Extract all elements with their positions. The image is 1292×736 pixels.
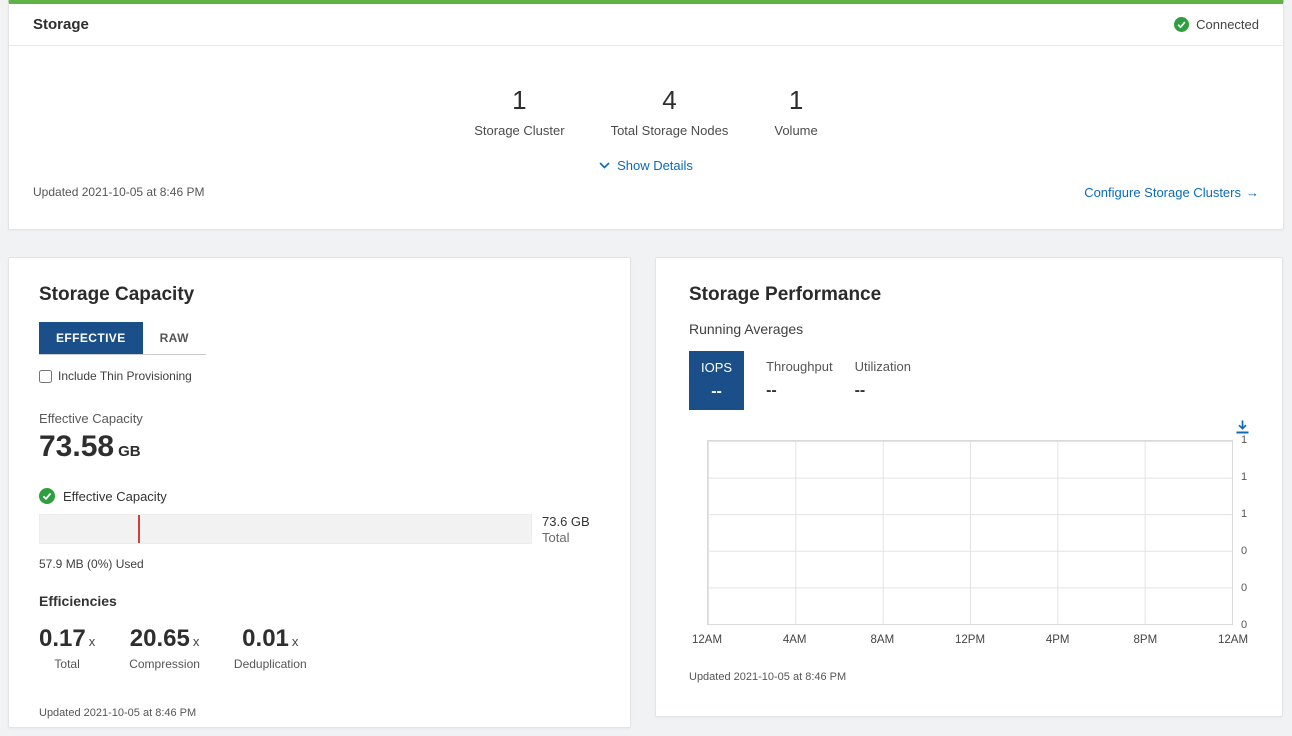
x-tick-label: 8AM — [871, 634, 895, 646]
capacity-bar-header: Effective Capacity — [39, 488, 600, 504]
tab-throughput-value: -- — [766, 382, 833, 400]
efficiency-label: Compression — [129, 657, 200, 671]
x-tick-label: 12AM — [1218, 634, 1248, 646]
performance-tab-strip: IOPS -- Throughput -- Utilization -- — [689, 351, 1249, 410]
capacity-total-label: Total — [542, 530, 600, 546]
download-icon[interactable] — [1236, 420, 1249, 434]
effective-capacity-label: Effective Capacity — [39, 411, 600, 426]
y-tick-label: 0 — [1241, 619, 1247, 631]
dashboard-page: Storage Connected 1 Storage Cluster 4 To… — [0, 0, 1292, 736]
tab-raw[interactable]: RAW — [143, 322, 206, 354]
capacity-tab-strip: EFFECTIVE RAW — [39, 322, 206, 355]
tab-throughput[interactable]: Throughput -- — [766, 351, 833, 410]
chevron-down-icon — [599, 162, 610, 169]
tab-iops-value: -- — [701, 383, 732, 401]
dashboard-cards-row: Storage Capacity EFFECTIVE RAW Include T… — [8, 257, 1284, 728]
arrow-right-icon: → — [1246, 185, 1259, 200]
chart-toolbar — [689, 420, 1249, 434]
efficiency-value-row: 20.65 x — [129, 625, 200, 653]
y-tick-label: 1 — [1241, 471, 1247, 483]
stat-value: 1 — [474, 86, 564, 115]
efficiencies-row: 0.17 x Total 20.65 x Compression 0.01 x — [39, 625, 600, 671]
connection-status: Connected — [1174, 17, 1259, 32]
storage-card-title: Storage — [33, 16, 89, 33]
connection-status-label: Connected — [1196, 17, 1259, 32]
efficiency-label: Total — [39, 657, 95, 671]
effective-capacity-value-row: 73.58 GB — [39, 430, 600, 464]
performance-updated-timestamp: Updated 2021-10-05 at 8:46 PM — [689, 671, 1249, 683]
y-tick-label: 1 — [1241, 434, 1247, 446]
stat-label: Volume — [774, 123, 817, 138]
efficiency-value: 0.17 — [39, 625, 86, 653]
performance-card-title: Storage Performance — [689, 284, 1249, 306]
configure-storage-clusters-link[interactable]: Configure Storage Clusters → — [1084, 185, 1259, 200]
efficiency-suffix: x — [292, 634, 299, 649]
tab-utilization[interactable]: Utilization -- — [855, 351, 911, 410]
efficiency-value: 0.01 — [242, 625, 289, 653]
y-tick-label: 0 — [1241, 582, 1247, 594]
stat-value: 1 — [774, 86, 817, 115]
configure-link-label: Configure Storage Clusters — [1084, 185, 1241, 200]
efficiencies-title: Efficiencies — [39, 593, 600, 609]
tab-utilization-value: -- — [855, 382, 911, 400]
stat-total-storage-nodes: 4 Total Storage Nodes — [611, 86, 729, 138]
efficiency-compression: 20.65 x Compression — [129, 625, 200, 671]
capacity-usage-bar — [39, 514, 532, 544]
stat-value: 4 — [611, 86, 729, 115]
capacity-bar-title: Effective Capacity — [63, 489, 167, 504]
capacity-unit: GB — [118, 443, 141, 460]
efficiency-label: Deduplication — [234, 657, 307, 671]
efficiency-suffix: x — [89, 634, 96, 649]
iops-chart: 1 1 1 0 0 0 12AM 4AM 8AM 12PM 4PM 8PM 12… — [707, 440, 1233, 625]
show-details-link[interactable]: Show Details — [9, 158, 1283, 173]
storage-card-header: Storage Connected — [9, 4, 1283, 46]
storage-stats-row: 1 Storage Cluster 4 Total Storage Nodes … — [9, 86, 1283, 138]
capacity-threshold-marker — [138, 515, 140, 543]
tab-iops[interactable]: IOPS -- — [689, 351, 744, 410]
storage-card-footer: Updated 2021-10-05 at 8:46 PM Configure … — [9, 185, 1283, 200]
efficiency-total: 0.17 x Total — [39, 625, 95, 671]
x-tick-label: 12AM — [692, 634, 722, 646]
x-tick-label: 8PM — [1134, 634, 1158, 646]
thin-provisioning-row: Include Thin Provisioning — [39, 369, 600, 383]
check-circle-icon — [1174, 17, 1189, 32]
storage-updated-timestamp: Updated 2021-10-05 at 8:46 PM — [33, 185, 204, 199]
efficiency-value-row: 0.01 x — [234, 625, 307, 653]
stat-label: Storage Cluster — [474, 123, 564, 138]
capacity-total: 73.6 GB Total — [542, 514, 600, 547]
tab-effective[interactable]: EFFECTIVE — [39, 322, 143, 354]
capacity-total-value: 73.6 GB — [542, 514, 600, 530]
stat-storage-cluster: 1 Storage Cluster — [474, 86, 564, 138]
capacity-bar-row: 73.6 GB Total — [39, 514, 600, 547]
efficiency-deduplication: 0.01 x Deduplication — [234, 625, 307, 671]
thin-provisioning-label: Include Thin Provisioning — [58, 369, 192, 383]
performance-subtitle: Running Averages — [689, 321, 1249, 337]
x-tick-label: 4AM — [783, 634, 807, 646]
capacity-value: 73.58 — [39, 430, 114, 464]
x-tick-label: 4PM — [1046, 634, 1070, 646]
efficiency-suffix: x — [193, 634, 200, 649]
check-circle-icon — [39, 488, 55, 504]
show-details-label: Show Details — [617, 158, 693, 173]
stat-label: Total Storage Nodes — [611, 123, 729, 138]
storage-capacity-card: Storage Capacity EFFECTIVE RAW Include T… — [8, 257, 631, 728]
storage-summary-card: Storage Connected 1 Storage Cluster 4 To… — [8, 0, 1284, 230]
efficiency-value: 20.65 — [130, 625, 190, 653]
y-tick-label: 0 — [1241, 545, 1247, 557]
tab-iops-label: IOPS — [701, 360, 732, 375]
efficiency-value-row: 0.17 x — [39, 625, 95, 653]
stat-volume: 1 Volume — [774, 86, 817, 138]
capacity-used-label: 57.9 MB (0%) Used — [39, 557, 600, 571]
y-tick-label: 1 — [1241, 508, 1247, 520]
x-tick-label: 12PM — [955, 634, 985, 646]
capacity-updated-timestamp: Updated 2021-10-05 at 8:46 PM — [39, 707, 600, 719]
thin-provisioning-checkbox[interactable] — [39, 370, 52, 383]
capacity-card-title: Storage Capacity — [39, 284, 600, 306]
storage-performance-card: Storage Performance Running Averages IOP… — [655, 257, 1283, 717]
tab-utilization-label: Utilization — [855, 359, 911, 374]
chart-plot-area — [707, 440, 1233, 625]
tab-throughput-label: Throughput — [766, 359, 833, 374]
